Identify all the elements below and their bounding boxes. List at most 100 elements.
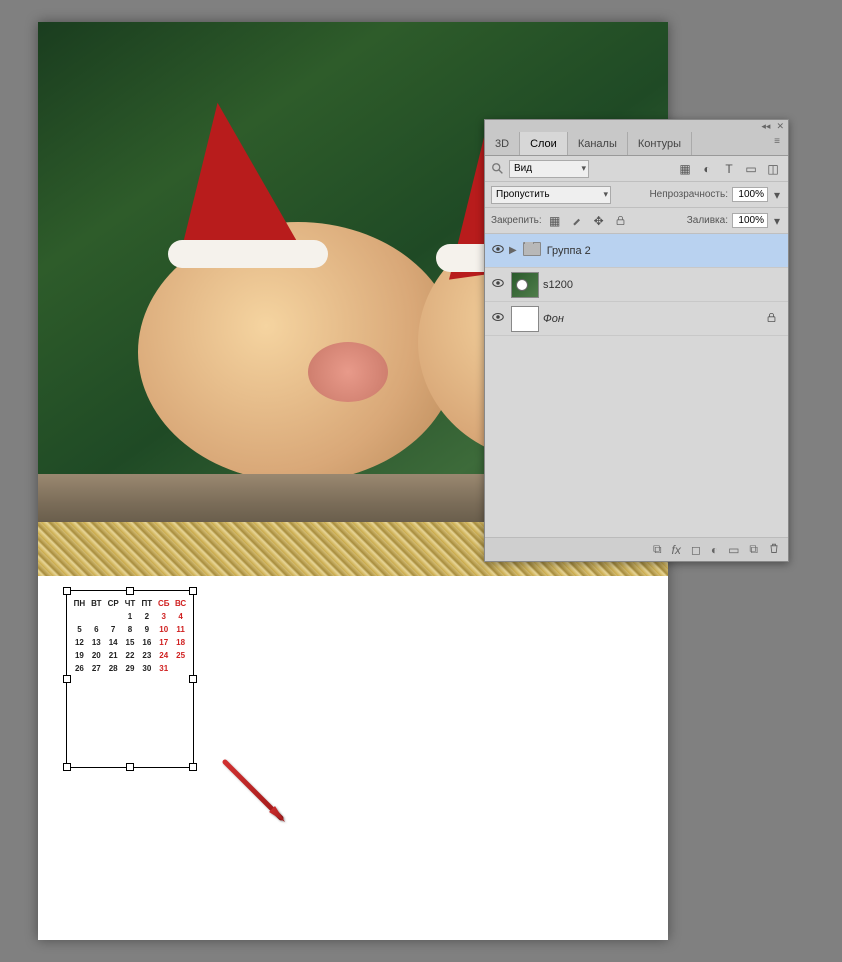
layer-name[interactable]: Фон [543, 313, 766, 325]
tab-3d[interactable]: 3D [485, 132, 520, 155]
calendar-day-cell: 10 [155, 625, 172, 634]
layers-panel[interactable]: ◂◂ ✕ 3D Слои Каналы Контуры ≡ Вид ▾ ▦ ◐ … [484, 119, 789, 562]
calendar-day-cell: 18 [172, 638, 189, 647]
opacity-label: Непрозрачность: [649, 189, 728, 200]
calendar-day-cell: 12 [71, 638, 88, 647]
lock-brush-icon[interactable] [568, 212, 586, 230]
close-icon[interactable]: ✕ [776, 121, 784, 132]
layer-row-background[interactable]: Фон [485, 302, 788, 336]
calendar-day-cell [105, 612, 122, 621]
layer-row-image[interactable]: s1200 [485, 268, 788, 302]
add-mask-icon[interactable]: ◻ [691, 543, 701, 557]
new-group-icon[interactable]: ▭ [728, 543, 739, 557]
calendar-header-cell: ПТ [138, 599, 155, 608]
calendar-day-cell: 25 [172, 651, 189, 660]
layer-fx-icon[interactable]: fx [672, 543, 681, 557]
transform-handle[interactable] [63, 763, 71, 771]
panel-topbar: ◂◂ ✕ [485, 120, 788, 132]
calendar-day-cell: 20 [88, 651, 105, 660]
filter-type-label: Вид [514, 163, 532, 174]
calendar-header-cell: ВС [172, 599, 189, 608]
layer-thumbnail [511, 272, 539, 298]
collapse-icon[interactable]: ◂◂ [761, 121, 770, 132]
lock-icon [766, 312, 780, 326]
calendar-day-cell: 2 [138, 612, 155, 621]
chevron-down-icon: ▾ [581, 163, 586, 174]
fill-input[interactable]: 100% [732, 213, 768, 228]
lock-fill-row: Закрепить: ▦ ✥ Заливка: 100% ▾ [485, 208, 788, 234]
transform-handle[interactable] [189, 587, 197, 595]
calendar-transform-box[interactable]: ПНВТСРЧТПТСБВС12345678910111213141516171… [66, 590, 194, 768]
filter-smartobject-icon[interactable]: ◫ [764, 160, 782, 178]
visibility-toggle[interactable] [489, 310, 507, 327]
new-adjustment-icon[interactable]: ◐ [711, 543, 718, 557]
calendar-day-cell: 1 [122, 612, 139, 621]
delete-layer-icon[interactable] [768, 542, 780, 557]
calendar-day-cell: 21 [105, 651, 122, 660]
transform-handle[interactable] [189, 675, 197, 683]
layer-thumbnail [523, 242, 543, 260]
lock-position-icon[interactable]: ✥ [590, 212, 608, 230]
tab-layers[interactable]: Слои [520, 132, 568, 155]
calendar-day-cell: 9 [138, 625, 155, 634]
calendar-day-cell: 22 [122, 651, 139, 660]
calendar-day-cell [88, 612, 105, 621]
chevron-down-icon[interactable]: ▾ [772, 212, 782, 230]
calendar-day-cell: 8 [122, 625, 139, 634]
calendar-day-cell: 30 [138, 664, 155, 673]
transform-handle[interactable] [126, 763, 134, 771]
calendar-header-cell: СБ [155, 599, 172, 608]
opacity-input[interactable]: 100% [732, 187, 768, 202]
calendar-day-cell: 27 [88, 664, 105, 673]
calendar-day-cell [172, 664, 189, 673]
panel-menu-icon[interactable]: ≡ [770, 135, 784, 149]
transform-handle[interactable] [63, 675, 71, 683]
blend-mode-value: Пропустить [496, 189, 550, 200]
visibility-toggle[interactable] [489, 276, 507, 293]
calendar-day-cell: 29 [122, 664, 139, 673]
lock-transparent-icon[interactable]: ▦ [546, 212, 564, 230]
layer-name[interactable]: Группа 2 [547, 245, 784, 257]
filter-type-icon[interactable]: T [720, 160, 738, 178]
transform-handle[interactable] [63, 587, 71, 595]
link-layers-icon[interactable]: ⧉ [653, 542, 662, 557]
transform-handle[interactable] [126, 587, 134, 595]
layer-name[interactable]: s1200 [543, 279, 784, 291]
calendar-grid: ПНВТСРЧТПТСБВС12345678910111213141516171… [67, 591, 193, 767]
lock-all-icon[interactable] [612, 212, 630, 230]
fill-label: Заливка: [687, 215, 728, 226]
santa-hat [158, 94, 298, 259]
calendar-day-cell: 15 [122, 638, 139, 647]
annotation-arrow [223, 760, 298, 835]
calendar-day-cell: 16 [138, 638, 155, 647]
layers-panel-footer: ⧉ fx ◻ ◐ ▭ ⧉ [485, 537, 788, 561]
calendar-day-cell: 24 [155, 651, 172, 660]
calendar-day-cell: 19 [71, 651, 88, 660]
calendar-header-cell: ВТ [88, 599, 105, 608]
layer-search-row: Вид ▾ ▦ ◐ T ▭ ◫ [485, 156, 788, 182]
filter-type-select[interactable]: Вид ▾ [509, 160, 589, 178]
calendar-day-cell: 11 [172, 625, 189, 634]
blend-mode-select[interactable]: Пропустить ▾ [491, 186, 611, 204]
calendar-day-cell: 6 [88, 625, 105, 634]
calendar-day-cell: 14 [105, 638, 122, 647]
tab-paths[interactable]: Контуры [628, 132, 692, 155]
calendar-day-cell: 7 [105, 625, 122, 634]
filter-adjustment-icon[interactable]: ◐ [698, 160, 716, 178]
layer-thumbnail [511, 306, 539, 332]
calendar-header-cell: ЧТ [122, 599, 139, 608]
layer-row-group[interactable]: ▶ Группа 2 [485, 234, 788, 268]
tab-channels[interactable]: Каналы [568, 132, 628, 155]
chevron-down-icon[interactable]: ▾ [772, 186, 782, 204]
calendar-day-cell [71, 612, 88, 621]
pig-snout [308, 342, 388, 402]
calendar-day-cell: 3 [155, 612, 172, 621]
calendar-day-cell: 23 [138, 651, 155, 660]
visibility-toggle[interactable] [489, 242, 507, 259]
transform-handle[interactable] [189, 763, 197, 771]
filter-shape-icon[interactable]: ▭ [742, 160, 760, 178]
folder-icon [523, 242, 541, 256]
new-layer-icon[interactable]: ⧉ [749, 542, 758, 557]
expand-icon[interactable]: ▶ [509, 245, 517, 256]
filter-pixel-icon[interactable]: ▦ [676, 160, 694, 178]
